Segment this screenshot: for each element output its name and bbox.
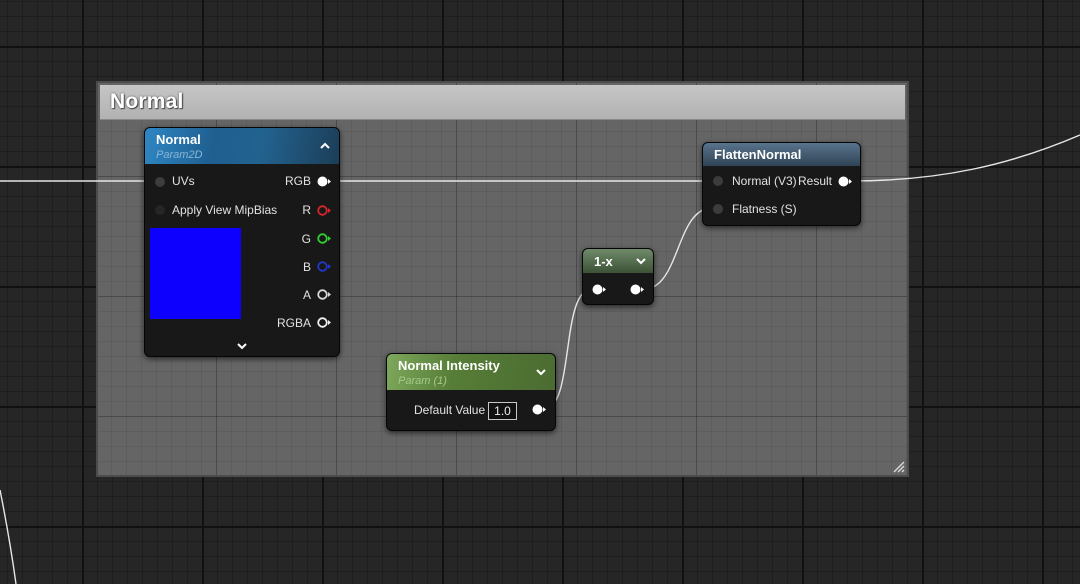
node-header[interactable]: 1-x [583,249,653,273]
output-label-b: B [302,260,311,274]
input-pin-flatness[interactable] [713,204,723,214]
output-label-result: Result [797,174,832,188]
output-pin-b[interactable] [317,261,331,272]
chevron-down-icon[interactable] [534,365,548,379]
chevron-up-icon[interactable] [318,139,332,153]
node-subtitle: Param (1) [398,375,447,387]
output-label-g: G [301,232,311,246]
texture-preview [150,228,241,319]
output-pin-result[interactable] [838,176,852,187]
input-label-mipbias: Apply View MipBias [172,203,278,217]
resize-grip-icon[interactable] [891,459,905,473]
node-header[interactable]: Normal Intensity Param (1) [387,354,555,390]
normal-texture-node[interactable]: Normal Param2D UVs Apply View MipBias RG… [144,127,340,357]
node-title: Normal Intensity [398,358,500,373]
output-label-r: R [302,203,311,217]
input-pin-uvs[interactable] [155,177,165,187]
output-pin-a[interactable] [317,289,331,300]
node-title: Normal [156,132,201,147]
input-label-normal: Normal (V3) [732,174,797,188]
default-value-label: Default Value [414,403,486,417]
output-pin-value[interactable] [630,284,644,295]
input-label-flatness: Flatness (S) [732,202,797,216]
flatten-normal-node[interactable]: FlattenNormal Normal (V3) Flatness (S) R… [702,142,861,226]
default-value-field[interactable]: 1.0 [488,402,517,420]
output-label-a: A [302,288,311,302]
normal-intensity-node[interactable]: Normal Intensity Param (1) Default Value… [386,353,556,431]
comment-header[interactable]: Normal [100,85,905,120]
output-pin-rgba[interactable] [317,317,331,328]
output-pin-r[interactable] [317,205,331,216]
one-minus-node[interactable]: 1-x [582,248,654,305]
comment-title[interactable]: Normal [110,90,184,114]
wire-left-bottom [0,489,17,584]
output-pin-rgb[interactable] [317,176,331,187]
node-subtitle: Param2D [156,149,203,161]
input-pin-mipbias[interactable] [155,205,165,215]
input-label-uvs: UVs [172,174,195,188]
output-pin-g[interactable] [317,233,331,244]
chevron-down-icon[interactable] [235,339,249,353]
output-pin-value[interactable] [532,404,546,415]
chevron-down-icon[interactable] [634,254,648,268]
output-label-rgba: RGBA [276,316,311,330]
input-pin-normal[interactable] [713,176,723,186]
output-label-rgb: RGB [284,174,311,188]
input-pin-value[interactable] [592,284,606,295]
node-title: FlattenNormal [714,147,802,162]
node-header[interactable]: FlattenNormal [703,143,860,166]
node-header[interactable]: Normal Param2D [145,128,339,164]
node-title: 1-x [594,254,613,269]
